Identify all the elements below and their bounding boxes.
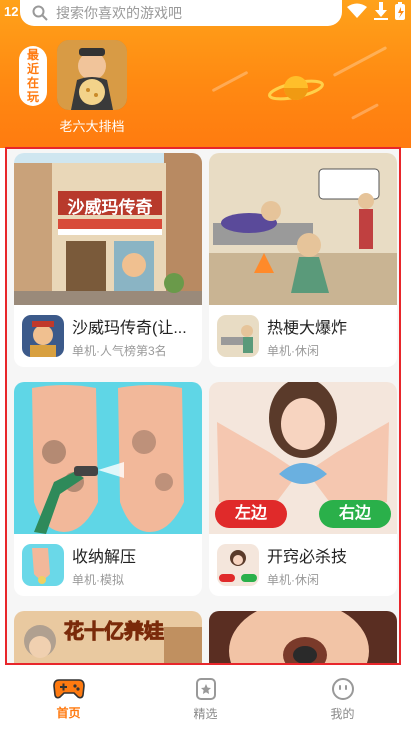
- game-icon: [22, 544, 64, 586]
- tab-profile[interactable]: 我的: [274, 668, 411, 730]
- tab-label: 精选: [193, 706, 218, 721]
- recent-played-tag: 最 近 在 玩: [19, 46, 47, 106]
- game-card[interactable]: 收纳解压 单机·模拟: [14, 382, 202, 596]
- game-card-art: [14, 382, 202, 534]
- game-icon: [22, 315, 64, 357]
- status-bar-icons: [347, 2, 405, 20]
- chef-illustration: [57, 40, 127, 110]
- recent-tag-char: 在: [26, 76, 39, 90]
- game-card[interactable]: 花十亿养娃: [14, 611, 202, 665]
- tab-label: 我的: [330, 706, 355, 721]
- recent-game-thumbnail[interactable]: [57, 40, 127, 110]
- status-time: 12: [4, 4, 19, 19]
- game-card[interactable]: 热梗大爆炸 单机·休闲: [209, 153, 397, 367]
- game-card[interactable]: [209, 611, 397, 665]
- planet-icon: [268, 76, 324, 101]
- game-icon: [217, 544, 259, 586]
- game-card[interactable]: 左边 右边 开窍必杀技 单机·休闲: [209, 382, 397, 596]
- right-choice-label: 右边: [338, 505, 371, 522]
- wifi-icon: [347, 3, 367, 18]
- game-art-title: 沙威玛传奇: [67, 198, 153, 217]
- game-name: 收纳解压: [72, 548, 137, 566]
- game-card[interactable]: 沙威玛传奇 沙威玛传奇(让... 单机·人气榜第3名: [14, 153, 202, 367]
- game-subtitle: 单机·模拟: [72, 572, 124, 587]
- battery-icon: [395, 2, 405, 20]
- game-name: 沙威玛传奇(让...: [72, 319, 187, 337]
- download-icon: [374, 2, 388, 20]
- game-name: 开窍必杀技: [267, 548, 348, 566]
- game-subtitle: 单机·休闲: [267, 343, 319, 358]
- game-subtitle: 单机·人气榜第3名: [72, 343, 167, 358]
- recent-game-item[interactable]: 老六大排档: [57, 40, 127, 135]
- gamepad-icon: [52, 678, 85, 698]
- star-badge-icon: [195, 677, 216, 700]
- smiley-icon: [331, 677, 354, 700]
- tab-home[interactable]: 首页: [0, 668, 137, 730]
- game-card-art: 左边 右边: [209, 382, 397, 534]
- game-card-art: [209, 153, 397, 305]
- recent-tag-char: 最: [26, 48, 39, 62]
- game-grid: 沙威玛传奇 沙威玛传奇(让... 单机·人气榜第3名 热梗大爆炸 单机·休闲 收…: [5, 147, 401, 665]
- left-choice-label: 左边: [234, 505, 267, 522]
- search-input[interactable]: 搜索你喜欢的游戏吧: [20, 0, 342, 26]
- tab-featured[interactable]: 精选: [137, 668, 274, 730]
- game-card-art: 沙威玛传奇: [14, 153, 202, 305]
- recent-tag-char: 玩: [26, 90, 39, 104]
- recent-tag-char: 近: [26, 62, 39, 76]
- bottom-tab-bar: 首页 精选 我的: [0, 668, 411, 730]
- game-card-art: 花十亿养娃: [14, 611, 202, 665]
- game-subtitle: 单机·休闲: [267, 572, 319, 587]
- search-icon: [32, 5, 48, 21]
- game-icon: [217, 315, 259, 357]
- recent-game-name: 老六大排档: [59, 119, 125, 134]
- game-card-art: [209, 611, 397, 665]
- game-art-title: 花十亿养娃: [64, 621, 165, 644]
- search-placeholder: 搜索你喜欢的游戏吧: [56, 5, 182, 21]
- game-name: 热梗大爆炸: [267, 319, 348, 337]
- tab-label: 首页: [56, 705, 81, 720]
